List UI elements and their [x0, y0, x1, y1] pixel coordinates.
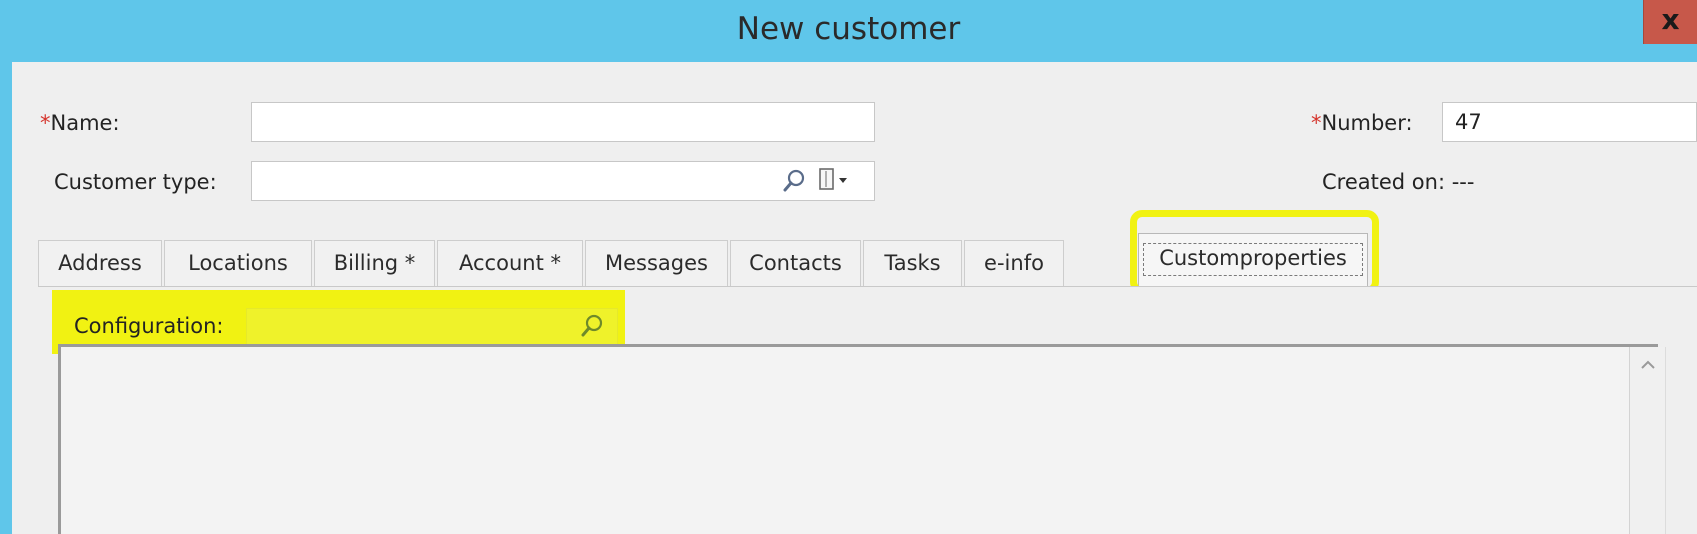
- chevron-up-icon[interactable]: [1630, 347, 1666, 383]
- tab-address[interactable]: Address: [38, 240, 162, 286]
- number-label: *Number:: [1311, 111, 1413, 135]
- configuration-lookup-icon[interactable]: [580, 313, 606, 339]
- tab-messages[interactable]: Messages: [585, 240, 728, 286]
- configuration-label: Configuration:: [74, 314, 224, 338]
- tab-customproperties[interactable]: Customproperties: [1138, 233, 1368, 286]
- tab-locations[interactable]: Locations: [164, 240, 312, 286]
- required-marker: *: [40, 111, 51, 135]
- close-button[interactable]: x: [1643, 0, 1697, 44]
- tab-contacts[interactable]: Contacts: [730, 240, 861, 286]
- vertical-scrollbar[interactable]: [1629, 347, 1666, 534]
- configuration-input[interactable]: [246, 308, 618, 346]
- tab-tasks[interactable]: Tasks: [863, 240, 962, 286]
- tab-e-info[interactable]: e-info: [964, 240, 1064, 286]
- window-title: New customer: [736, 11, 961, 47]
- created-on-text: Created on: ---: [1322, 170, 1475, 194]
- number-input[interactable]: [1442, 102, 1697, 142]
- tab-account[interactable]: Account *: [437, 240, 583, 286]
- close-icon: x: [1661, 3, 1680, 36]
- customer-type-label: Customer type:: [54, 170, 217, 194]
- properties-list[interactable]: [58, 344, 1658, 534]
- title-bar: New customer x: [0, 0, 1697, 62]
- magnifier-icon[interactable]: [782, 168, 808, 194]
- document-dropdown-icon[interactable]: [817, 166, 853, 196]
- name-label: *Name:: [40, 111, 120, 135]
- tab-billing[interactable]: Billing *: [314, 240, 435, 286]
- dialog-body: *Name: *Number: Customer type: Created o…: [12, 62, 1697, 534]
- name-input[interactable]: [251, 102, 875, 142]
- required-marker: *: [1311, 111, 1322, 135]
